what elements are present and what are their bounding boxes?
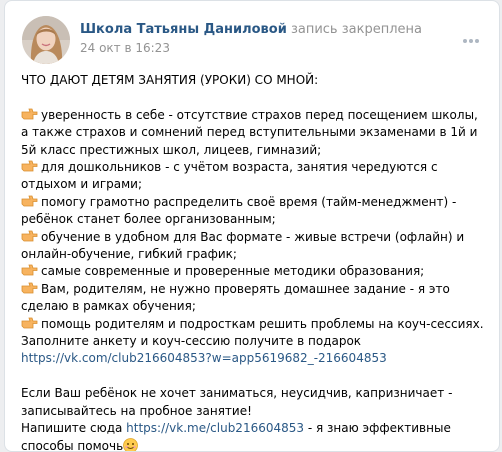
backhand-index-pointing-right-icon xyxy=(21,160,38,172)
post-date[interactable]: 24 окт в 16:23 xyxy=(80,41,170,56)
form-invite-text: Заполните анкету и коуч-сессию получите … xyxy=(21,334,362,349)
form-link[interactable]: https://vk.com/club216604853?w=app561968… xyxy=(21,351,387,365)
bullet-item: самые современные и проверенные методики… xyxy=(21,263,487,280)
backhand-index-pointing-right-icon xyxy=(21,195,38,207)
backhand-index-pointing-right-icon xyxy=(21,108,38,120)
bullet-item: уверенность в себе - отсутствие страхов … xyxy=(21,107,478,157)
backhand-index-pointing-right-icon xyxy=(21,265,38,276)
write-line: Напишите сюда https://vk.me/club21660485… xyxy=(21,421,451,452)
cta-text: Если Ваш ребёнок не хочет заниматься, не… xyxy=(21,386,453,418)
bullet-item: для дошкольников - с учётом возраста, за… xyxy=(21,160,438,192)
author-name[interactable]: Школа Татьяны Даниловой xyxy=(80,22,287,37)
backhand-index-pointing-right-icon xyxy=(21,317,38,329)
avatar-photo xyxy=(22,16,70,64)
post-text: ЧТО ДАЮТ ДЕТЯМ ЗАНЯТИЯ (УРОКИ) СО МНОЙ: … xyxy=(21,72,487,452)
more-options-icon[interactable] xyxy=(463,35,485,47)
write-link[interactable]: https://vk.me/club216604853 xyxy=(126,421,304,435)
bullet-item: помогу грамотно распределить своё время … xyxy=(21,194,457,227)
bullet-item: обучение в удобном для Вас формате - жив… xyxy=(21,229,465,262)
backhand-index-pointing-right-icon xyxy=(21,282,38,294)
backhand-index-pointing-right-icon xyxy=(21,230,38,242)
post-author-line: Школа Татьяны Даниловой запись закреплен… xyxy=(80,22,422,38)
post-intro: ЧТО ДАЮТ ДЕТЯМ ЗАНЯТИЯ (УРОКИ) СО МНОЙ: xyxy=(21,73,319,87)
smiling-face-icon xyxy=(123,437,139,451)
bullet-item: Вам, родителям, не нужно проверять домаш… xyxy=(21,281,450,314)
author-avatar[interactable] xyxy=(22,16,70,64)
pinned-status: запись закреплена xyxy=(290,22,422,37)
post-card: Школа Татьяны Даниловой запись закреплен… xyxy=(4,0,500,452)
bullet-item: помощь родителям и подросткам решить про… xyxy=(21,316,487,333)
